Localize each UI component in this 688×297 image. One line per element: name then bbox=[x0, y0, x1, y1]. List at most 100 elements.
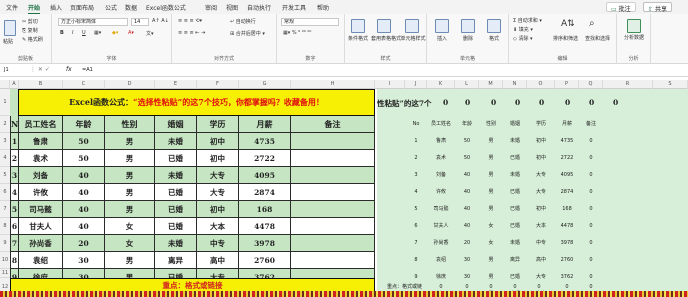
pasted-cell-name[interactable]: 孙尚香 bbox=[427, 235, 455, 251]
table-cell-marriage[interactable]: 未婚 bbox=[155, 235, 197, 252]
table-cell-no[interactable]: 6 bbox=[10, 218, 19, 235]
table-cell-education[interactable]: 大专 bbox=[197, 184, 239, 201]
pasted-cell-name[interactable]: 甘夫人 bbox=[427, 218, 455, 234]
table-cell-age[interactable]: 50 bbox=[63, 133, 105, 150]
column-header-g[interactable]: G bbox=[239, 80, 291, 89]
pasted-cell-education[interactable]: 中专 bbox=[527, 235, 555, 251]
column-header-d[interactable]: D bbox=[105, 80, 155, 89]
column-header-i[interactable]: I bbox=[375, 80, 405, 89]
table-cell-education[interactable]: 初中 bbox=[197, 150, 239, 167]
table-header-marriage[interactable]: 婚姻 bbox=[155, 116, 197, 133]
pasted-cell-salary[interactable]: 4735 bbox=[555, 133, 579, 149]
table-cell-no[interactable]: 5 bbox=[10, 201, 19, 218]
pasted-cell-remark[interactable]: 0 bbox=[579, 133, 603, 149]
menu-developer[interactable]: 开发工具 bbox=[282, 3, 306, 12]
pasted-cell-age[interactable]: 40 bbox=[455, 184, 479, 200]
number-format-select[interactable]: 常规 bbox=[281, 18, 339, 26]
font-color-icon[interactable]: A▾ bbox=[128, 30, 134, 36]
table-cell-education[interactable]: 大本 bbox=[197, 218, 239, 235]
menu-formulas[interactable]: 公式 bbox=[105, 3, 117, 12]
pasted-title-text[interactable]: 性粘贴”的这7个 bbox=[377, 98, 432, 109]
table-cell-no[interactable]: 7 bbox=[10, 235, 19, 252]
table-cell-marriage[interactable]: 已婚 bbox=[155, 184, 197, 201]
pasted-cell-gender[interactable]: 女 bbox=[479, 235, 503, 251]
table-cell-gender[interactable]: 男 bbox=[105, 167, 155, 184]
pasted-cell-remark[interactable]: 0 bbox=[579, 150, 603, 166]
table-header-salary[interactable]: 月薪 bbox=[239, 116, 291, 133]
column-header-a[interactable]: A bbox=[10, 80, 19, 89]
pasted-cell-salary[interactable]: 168 bbox=[555, 201, 579, 217]
conditional-format-icon[interactable] bbox=[351, 19, 365, 33]
pasted-cell-marriage[interactable]: 已婚 bbox=[503, 218, 527, 234]
pasted-cell-age[interactable]: 年龄 bbox=[455, 116, 479, 132]
table-cell-name[interactable]: 刘备 bbox=[19, 167, 63, 184]
pasted-cell-gender[interactable]: 男 bbox=[479, 150, 503, 166]
table-cell-no[interactable]: 8 bbox=[10, 252, 19, 269]
underline-button[interactable]: U bbox=[82, 30, 86, 36]
number-format-icons[interactable]: ▦▾ % ⁹ ⁰⁰ ⁰⁰ bbox=[283, 30, 311, 36]
column-header-f[interactable]: F bbox=[197, 80, 239, 89]
pasted-title-value[interactable]: 0 bbox=[443, 98, 448, 107]
copy-button[interactable]: ⎘ 复制 bbox=[22, 27, 38, 34]
pasted-cell-remark[interactable]: 0 bbox=[579, 252, 603, 268]
pasted-cell-education[interactable]: 初中 bbox=[527, 201, 555, 217]
table-cell-salary[interactable]: 168 bbox=[239, 201, 291, 218]
pasted-title-value[interactable]: 0 bbox=[539, 98, 544, 107]
menu-insert[interactable]: 插入 bbox=[50, 3, 62, 12]
phonetic-icon[interactable]: 文▾ bbox=[146, 30, 154, 37]
table-cell-name[interactable]: 孙尚香 bbox=[19, 235, 63, 252]
pasted-cell-age[interactable]: 50 bbox=[455, 133, 479, 149]
table-cell-salary[interactable]: 4095 bbox=[239, 167, 291, 184]
row-header-6[interactable]: 6 bbox=[0, 184, 10, 201]
sort-filter-icon[interactable]: A⇅ bbox=[561, 19, 575, 29]
border-icon[interactable]: ▦▾ bbox=[94, 30, 101, 36]
pasted-cell-no[interactable]: 3 bbox=[405, 167, 427, 183]
column-header-c[interactable]: C bbox=[63, 80, 105, 89]
row-header-5[interactable]: 5 bbox=[0, 167, 10, 184]
column-header-n[interactable]: N bbox=[503, 80, 527, 89]
table-cell-remark[interactable] bbox=[291, 133, 375, 150]
table-cell-remark[interactable] bbox=[291, 252, 375, 269]
table-cell-name[interactable]: 袁绍 bbox=[19, 252, 63, 269]
find-select-icon[interactable]: ⌕ bbox=[589, 18, 595, 29]
pasted-cell-gender[interactable]: 女 bbox=[479, 218, 503, 234]
table-cell-remark[interactable] bbox=[291, 218, 375, 235]
pasted-cell-marriage[interactable]: 婚姻 bbox=[503, 116, 527, 132]
pasted-cell-marriage[interactable]: 未婚 bbox=[503, 133, 527, 149]
table-cell-marriage[interactable]: 已婚 bbox=[155, 218, 197, 235]
merge-center-button[interactable]: ⊞ 合并后居中 ▾ bbox=[230, 30, 265, 37]
row-header-7[interactable]: 7 bbox=[0, 201, 10, 218]
paste-icon[interactable] bbox=[4, 20, 16, 36]
table-cell-age[interactable]: 30 bbox=[63, 252, 105, 269]
table-cell-gender[interactable]: 男 bbox=[105, 201, 155, 218]
wrap-text-button[interactable]: ↵ 自动换行 bbox=[230, 18, 256, 25]
pasted-title-value[interactable]: 0 bbox=[465, 98, 470, 107]
pasted-cell-marriage[interactable]: 未婚 bbox=[503, 235, 527, 251]
pasted-title-value[interactable]: 0 bbox=[589, 98, 594, 107]
row-header-3[interactable]: 3 bbox=[0, 133, 10, 150]
pasted-cell-name[interactable]: 员工姓名 bbox=[427, 116, 455, 132]
column-header-k[interactable]: K bbox=[427, 80, 455, 89]
table-cell-gender[interactable]: 女 bbox=[105, 218, 155, 235]
table-cell-gender[interactable]: 男 bbox=[105, 150, 155, 167]
table-cell-salary[interactable]: 2760 bbox=[239, 252, 291, 269]
table-header-education[interactable]: 学历 bbox=[197, 116, 239, 133]
table-cell-gender[interactable]: 男 bbox=[105, 252, 155, 269]
pasted-title-value[interactable]: 0 bbox=[491, 98, 496, 107]
pasted-cell-age[interactable]: 40 bbox=[455, 167, 479, 183]
table-cell-marriage[interactable]: 未婚 bbox=[155, 167, 197, 184]
table-cell-education[interactable]: 大专 bbox=[197, 167, 239, 184]
pasted-cell-remark[interactable]: 0 bbox=[579, 235, 603, 251]
column-header-l[interactable]: L bbox=[455, 80, 479, 89]
row-header-9[interactable]: 9 bbox=[0, 235, 10, 252]
pasted-cell-no[interactable]: 8 bbox=[405, 252, 427, 268]
table-cell-age[interactable]: 40 bbox=[63, 201, 105, 218]
table-cell-no[interactable]: 1 bbox=[10, 133, 19, 150]
clear-button[interactable]: ◇ 清除 ▾ bbox=[513, 35, 533, 42]
pasted-cell-education[interactable]: 大本 bbox=[527, 218, 555, 234]
pasted-cell-education[interactable]: 学历 bbox=[527, 116, 555, 132]
pasted-cell-remark[interactable]: 0 bbox=[579, 184, 603, 200]
table-cell-remark[interactable] bbox=[291, 235, 375, 252]
table-cell-education[interactable]: 初中 bbox=[197, 133, 239, 150]
delete-cells-icon[interactable] bbox=[461, 19, 475, 33]
